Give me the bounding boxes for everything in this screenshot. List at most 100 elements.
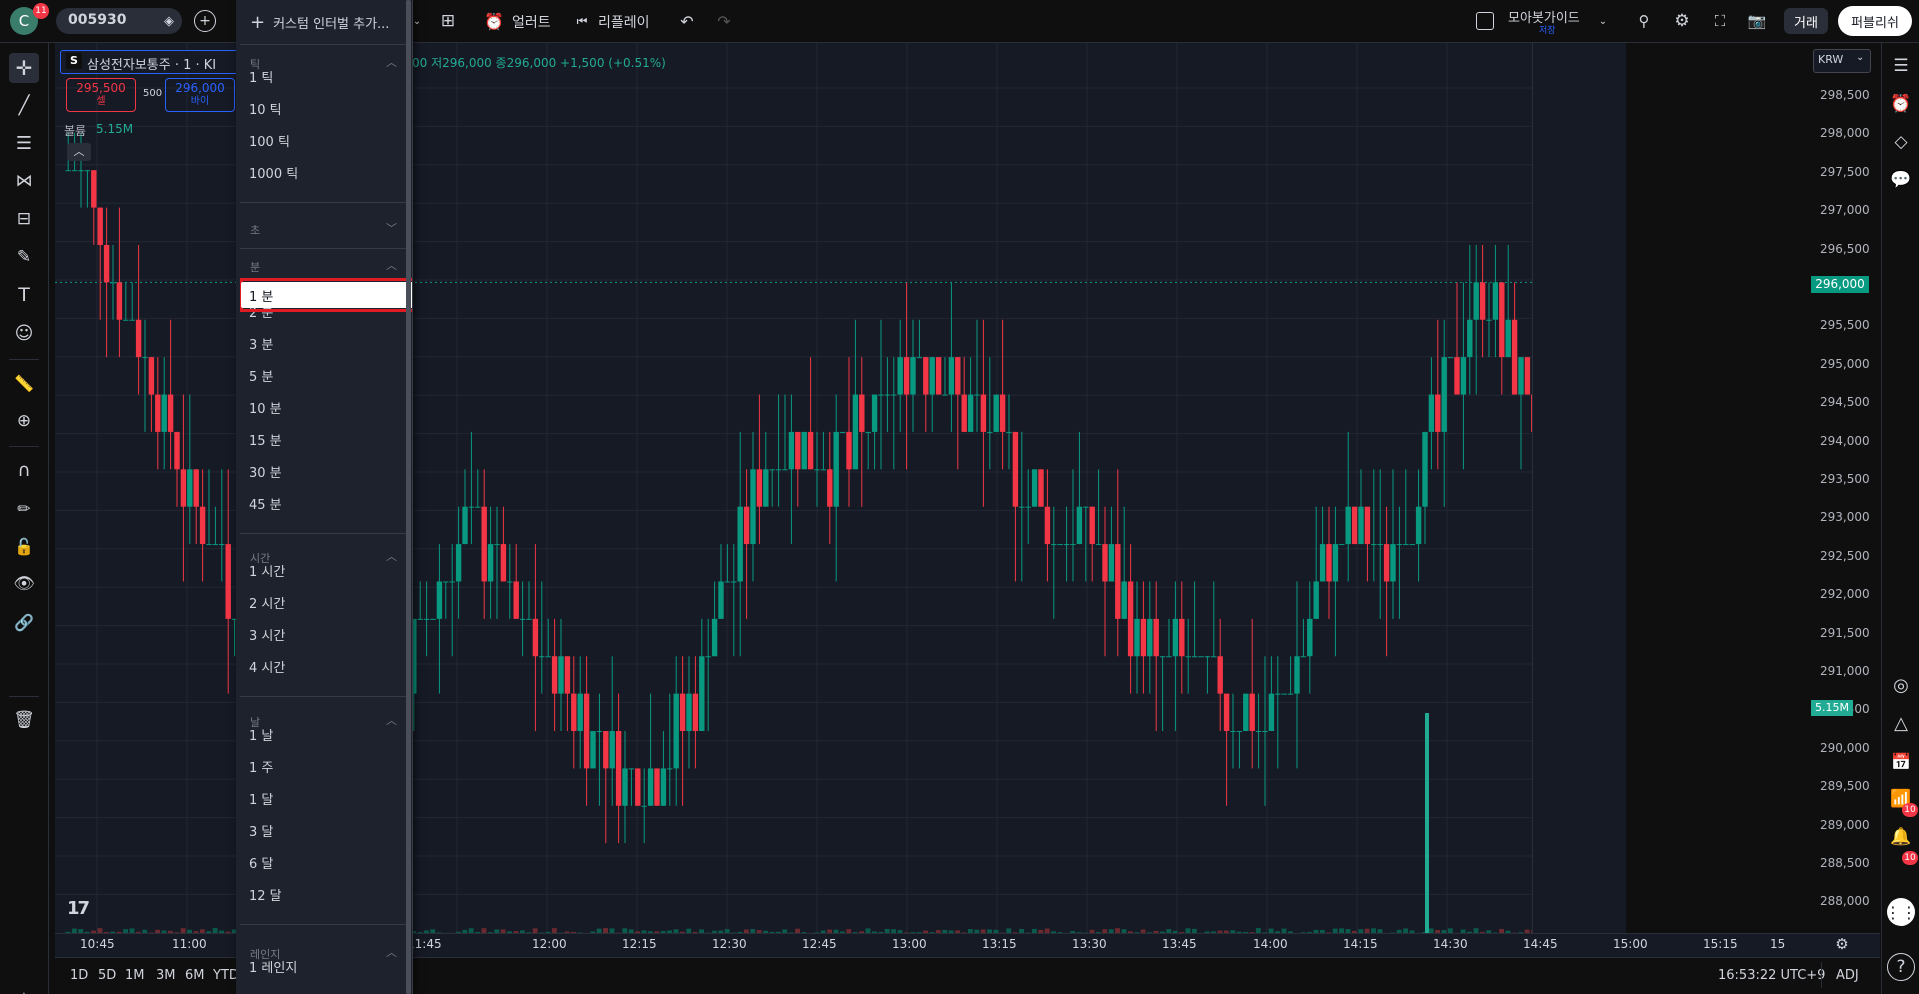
sell-button[interactable]: 295,500 셀 — [66, 78, 136, 112]
candle-body — [839, 431, 846, 433]
pattern-icon[interactable]: ⋈ — [9, 166, 39, 196]
apps-grid-icon[interactable]: ⋮⋮ — [1885, 898, 1917, 926]
interval-item[interactable]: 5 분 — [236, 360, 406, 390]
undo-icon[interactable]: ↶ — [676, 10, 698, 32]
interval-item[interactable]: 4 시간 — [236, 651, 406, 681]
range-button[interactable]: 5D — [98, 968, 116, 983]
candle-body — [475, 506, 481, 508]
bell-icon[interactable]: 🔔 — [1887, 823, 1915, 851]
interval-item[interactable]: 6 달 — [236, 847, 406, 877]
interval-item[interactable]: 1 주 — [236, 751, 406, 781]
trend-line-icon[interactable]: ╱ — [9, 90, 39, 120]
range-button[interactable]: 3M — [156, 968, 176, 983]
chevron-down-icon[interactable]: ﹀ — [386, 220, 397, 236]
interval-item[interactable]: 2 시간 — [236, 587, 406, 617]
eye-icon[interactable]: 👁 — [9, 569, 39, 599]
chevron-up-icon[interactable]: ︿ — [386, 257, 397, 273]
publish-button[interactable]: 퍼블리쉬 — [1838, 6, 1912, 36]
candle-body — [1415, 506, 1422, 545]
interval-item[interactable]: 3 시간 — [236, 619, 406, 649]
trade-button[interactable]: 거래 — [1784, 8, 1828, 34]
interval-item[interactable]: 3 분 — [236, 328, 406, 358]
interval-item[interactable]: 15 분 — [236, 424, 406, 454]
interval-item[interactable]: 1 틱 — [236, 61, 406, 91]
layers-icon[interactable]: ◇ — [1887, 128, 1915, 156]
unlock-icon[interactable]: 🔓 — [9, 531, 39, 561]
watchlist-icon[interactable]: ☰ — [1887, 52, 1915, 80]
camera-icon[interactable]: 📷 — [1746, 10, 1768, 32]
replay-icon[interactable]: ⏮ — [571, 10, 593, 32]
zoom-in-icon[interactable]: ⊕ — [9, 406, 39, 436]
ruler-icon[interactable]: 📏 — [9, 368, 39, 398]
settings-icon[interactable]: ⚙ — [1671, 10, 1693, 32]
crosshair-icon[interactable]: ✛ — [9, 53, 39, 83]
buy-button[interactable]: 296,000 바이 — [165, 78, 235, 112]
help-icon[interactable]: ? — [1887, 953, 1915, 981]
clock[interactable]: 16:53:22 UTC+9 — [1718, 968, 1825, 983]
alert-button[interactable]: 얼러트 — [512, 12, 551, 32]
alert-icon[interactable]: ⏰ — [483, 10, 505, 32]
candle-body — [603, 731, 609, 769]
forecast-icon[interactable]: ⊟ — [9, 204, 39, 234]
symbol-search-input[interactable]: 005930 — [68, 12, 126, 28]
lock-drawing-icon[interactable]: ✏ — [9, 493, 39, 523]
current-price-badge: 296,000 — [1811, 276, 1869, 293]
candle-body — [161, 394, 167, 432]
axis-settings-icon[interactable]: ⚙ — [1832, 934, 1852, 954]
interval-item[interactable]: 10 틱 — [236, 93, 406, 123]
dropdown-scrollbar[interactable] — [406, 0, 411, 994]
adj-toggle[interactable]: ADJ — [1836, 968, 1859, 983]
candle-body — [1281, 693, 1287, 695]
fullscreen-icon[interactable]: ⛶ — [1709, 10, 1731, 32]
toolbar-divider — [9, 446, 39, 447]
section-title-2[interactable]: 분 — [250, 259, 260, 275]
magnet-icon[interactable]: ∩ — [9, 455, 39, 485]
candle-body — [65, 170, 71, 172]
chat-icon[interactable]: 💬 — [1887, 166, 1915, 194]
price-label: 294,000 — [1820, 433, 1870, 448]
price-axis[interactable] — [1532, 43, 1626, 956]
range-button[interactable]: 1D — [70, 968, 88, 983]
layout-checkbox-icon[interactable] — [1476, 12, 1494, 30]
candle-body — [596, 731, 603, 733]
link-icon[interactable]: 🔗 — [9, 607, 39, 637]
interval-item[interactable]: 10 분 — [236, 392, 406, 422]
trash-icon[interactable]: 🗑 — [9, 705, 39, 735]
candle-body — [827, 469, 833, 507]
interval-item[interactable]: 1 시간 — [236, 555, 406, 585]
interval-item[interactable]: 12 달 — [236, 879, 406, 909]
section-title-1[interactable]: 초 — [250, 222, 260, 238]
text-icon[interactable]: T — [9, 280, 39, 310]
interval-item[interactable]: 1000 틱 — [236, 157, 406, 187]
gem-icon[interactable]: ◈ — [158, 10, 180, 32]
range-button[interactable]: 1M — [125, 968, 145, 983]
interval-item[interactable]: 1 레인지 — [236, 951, 406, 981]
candle-body — [507, 581, 513, 583]
quick-search-icon[interactable]: ⚲ — [1633, 10, 1655, 32]
add-custom-interval[interactable]: + 커스텀 인터벌 추가... — [236, 0, 412, 44]
layout-chevron-icon[interactable]: ⌄ — [1596, 12, 1610, 30]
layout-grid-icon[interactable]: ⊞ — [437, 10, 459, 32]
fib-lines-icon[interactable]: ☰ — [9, 128, 39, 158]
brush-icon[interactable]: ✎ — [9, 242, 39, 272]
alarm-clock-icon[interactable]: ⏰ — [1887, 90, 1915, 118]
redo-icon[interactable]: ↷ — [713, 10, 735, 32]
interval-item[interactable]: 45 분 — [236, 488, 406, 518]
interval-item[interactable]: 1 달 — [236, 783, 406, 813]
collapse-legend-icon[interactable]: ︿ — [67, 143, 91, 161]
target-icon[interactable]: ◎ — [1887, 671, 1915, 699]
selected-interval-item[interactable]: 1 분 — [241, 282, 412, 308]
interval-item[interactable]: 100 틱 — [236, 125, 406, 155]
interval-item[interactable]: 3 달 — [236, 815, 406, 845]
spread-value: 500 — [143, 88, 163, 99]
emoji-icon[interactable]: ☺ — [9, 318, 39, 348]
replay-button[interactable]: 리플레이 — [598, 12, 650, 32]
ideas-icon[interactable]: △ — [1887, 709, 1915, 737]
candle-body — [590, 731, 596, 769]
star-icon[interactable]: ☆ — [9, 984, 39, 994]
add-symbol-icon[interactable]: + — [194, 10, 216, 32]
range-button[interactable]: 6M — [185, 968, 205, 983]
calendar-icon[interactable]: 📅 — [1887, 747, 1915, 775]
interval-item[interactable]: 30 분 — [236, 456, 406, 486]
interval-item[interactable]: 1 날 — [236, 719, 406, 749]
